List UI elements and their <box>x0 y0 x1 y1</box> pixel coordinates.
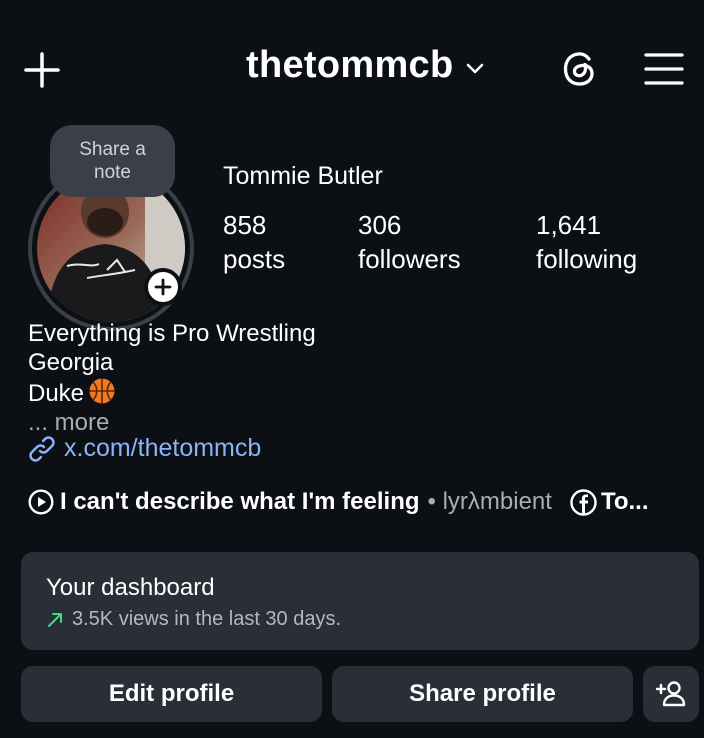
dashboard-views-text: 3.5K views in the last 30 days. <box>72 608 342 630</box>
facebook-label: To... <box>600 488 649 515</box>
stat-value: 1,641 <box>536 210 602 240</box>
threads-icon[interactable] <box>558 47 602 91</box>
full-name: Tommie Butler <box>223 162 383 190</box>
bio-line: Georgia <box>28 348 114 376</box>
add-person-icon <box>655 681 686 707</box>
bio-line: Everything is Pro Wrestling <box>28 320 316 347</box>
stat-following[interactable]: 1,641 following <box>536 208 637 276</box>
bio-more-link[interactable]: ... more <box>28 409 316 438</box>
music-row[interactable]: I can't describe what I'm feeling • lyrλ… <box>28 485 704 519</box>
stat-value: 306 <box>358 210 402 240</box>
link-icon <box>29 435 55 462</box>
song-artist: • lyrλmbient <box>427 488 552 515</box>
facebook-icon <box>570 488 597 516</box>
stat-label: following <box>536 244 638 274</box>
link-text: x.com/thetommcb <box>64 434 262 462</box>
edit-profile-button[interactable]: Edit profile <box>21 666 322 722</box>
plus-icon <box>154 278 172 296</box>
note-label: Share a note <box>79 139 146 183</box>
chevron-down-icon <box>464 57 486 79</box>
account-switcher[interactable]: thetommcb <box>246 44 486 87</box>
stat-label: followers <box>358 244 461 274</box>
basketball-icon <box>88 377 116 405</box>
stat-followers[interactable]: 306 followers <box>358 208 461 276</box>
stat-label: posts <box>223 244 286 274</box>
hamburger-menu-icon[interactable] <box>642 50 686 88</box>
bio-line: Duke <box>28 380 85 407</box>
dashboard-card[interactable]: Your dashboard 3.5K views in the last 30… <box>21 552 699 650</box>
plus-icon[interactable] <box>22 50 62 90</box>
dashboard-title: Your dashboard <box>46 574 215 601</box>
stat-value: 858 <box>223 210 267 240</box>
play-circle-icon <box>28 489 54 515</box>
add-story-button[interactable] <box>144 268 182 306</box>
dashboard-subtitle: 3.5K views in the last 30 days. <box>46 608 341 631</box>
profile-link[interactable]: x.com/thetommcb <box>28 434 261 463</box>
stat-posts[interactable]: 858 posts <box>223 208 285 276</box>
bio[interactable]: Everything is Pro Wrestling Georgia Duke… <box>28 320 316 437</box>
username: thetommcb <box>246 44 454 86</box>
share-profile-button[interactable]: Share profile <box>332 666 633 722</box>
song-title: I can't describe what I'm feeling <box>60 488 420 515</box>
trend-up-icon <box>48 612 62 627</box>
discover-people-button[interactable] <box>643 666 699 722</box>
share-note-bubble[interactable]: Share a note <box>50 125 175 197</box>
